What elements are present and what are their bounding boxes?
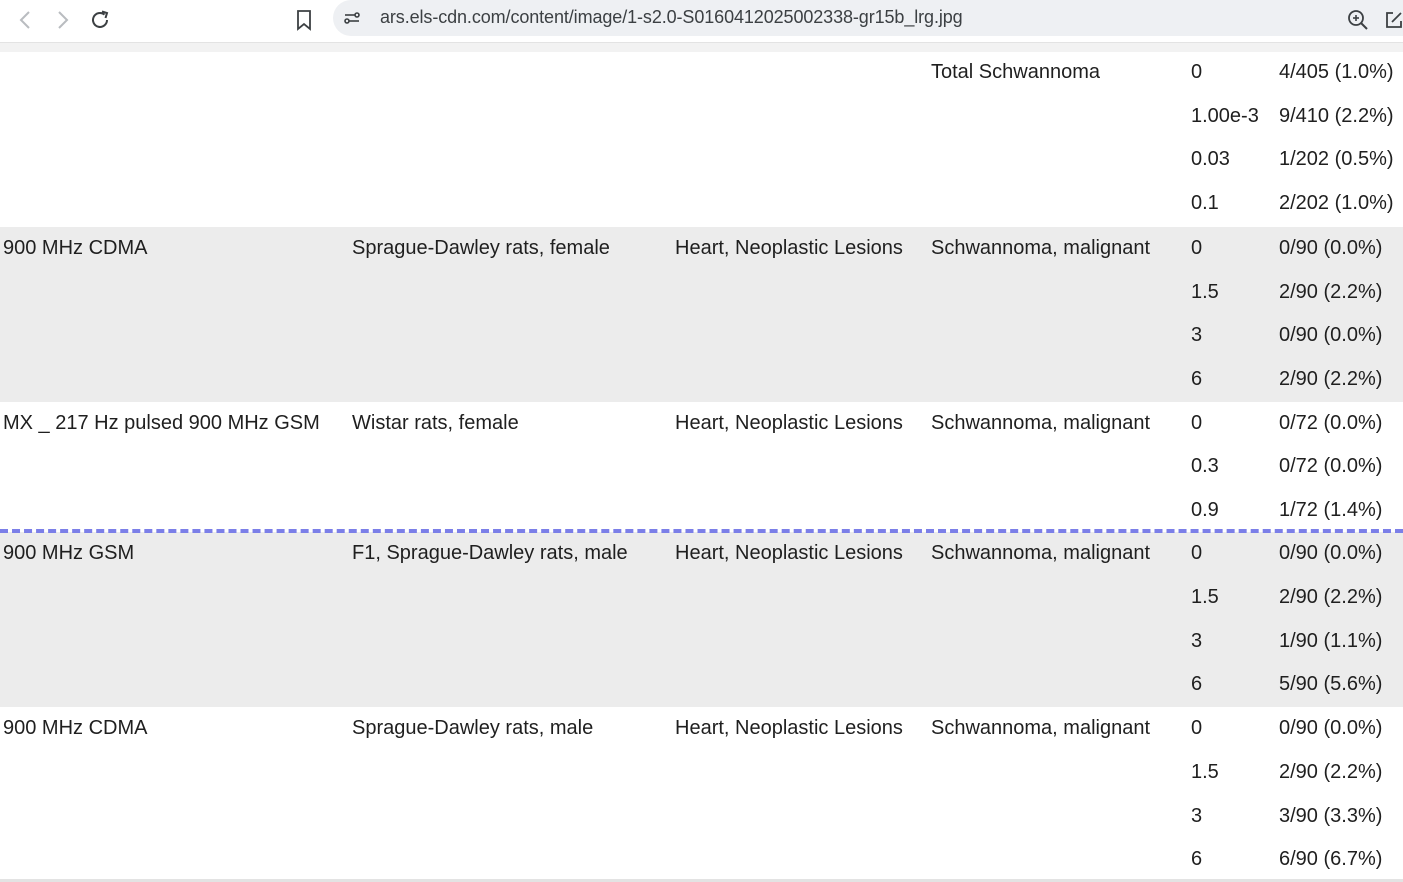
organ-cell: Heart, Neoplastic Lesions — [675, 411, 903, 434]
dose-cell: 1.00e-3 — [1191, 104, 1259, 127]
subject-cell: Sprague-Dawley rats, female — [352, 237, 610, 259]
lesion-cell: Schwannoma, malignant — [931, 717, 1151, 740]
dose-cell: 3 — [1191, 324, 1203, 347]
incidence-cell: 0/90 (0.0%) — [1279, 237, 1383, 259]
incidence-cell: 0/90 (0.0%) — [1279, 542, 1383, 565]
incidence-cell: 4/405 (1.0%) — [1279, 61, 1394, 83]
dose-cell: 0 — [1191, 717, 1203, 740]
dashed-separator — [0, 529, 1403, 533]
subject-cell: Wistar rats, female — [352, 411, 519, 434]
organ-cell: Heart, Neoplastic Lesions — [675, 542, 903, 565]
dose-cell: 0 — [1191, 411, 1203, 434]
dose-cell: 0.3 — [1191, 455, 1219, 478]
table-row-group: 900 MHz CDMA Sprague-Dawley rats, male Hea… — [0, 707, 1403, 882]
incidence-cell: 0/72 (0.0%) — [1279, 411, 1383, 434]
forward-icon[interactable] — [47, 5, 77, 35]
exposure-cell: 900 MHz CDMA — [3, 237, 148, 259]
reload-icon[interactable] — [85, 5, 115, 35]
table-row-group: Total Schwannoma 0 4/405 (1.0%) 1.00e-3 9/41… — [0, 51, 1403, 227]
back-icon[interactable] — [11, 5, 41, 35]
incidence-cell: 2/90 (2.2%) — [1279, 760, 1383, 783]
incidence-cell: 2/90 (2.2%) — [1279, 585, 1383, 608]
table-row-group: 900 MHz GSM F1, Sprague-Dawley rats, male… — [0, 532, 1403, 708]
incidence-cell: 2/90 (2.2%) — [1279, 280, 1383, 303]
lesion-cell: Schwannoma, malignant — [931, 411, 1151, 434]
dose-cell: 0 — [1191, 237, 1203, 259]
subject-cell: Sprague-Dawley rats, male — [352, 717, 594, 740]
url-text[interactable]: ars.els-cdn.com/content/image/1-s2.0-S01… — [380, 7, 963, 28]
incidence-cell: 5/90 (5.6%) — [1279, 673, 1383, 696]
dose-cell: 0.9 — [1191, 499, 1219, 522]
incidence-cell: 9/410 (2.2%) — [1279, 104, 1394, 127]
incidence-cell: 0/72 (0.0%) — [1279, 455, 1383, 478]
organ-cell: Heart, Neoplastic Lesions — [675, 717, 903, 740]
dose-cell: 1.5 — [1191, 585, 1219, 608]
organ-cell: Heart, Neoplastic Lesions — [675, 237, 903, 259]
dose-cell: 0 — [1191, 61, 1203, 83]
subject-cell: F1, Sprague-Dawley rats, male — [352, 542, 628, 565]
incidence-cell: 3/90 (3.3%) — [1279, 804, 1383, 827]
browser-toolbar: ars.els-cdn.com/content/image/1-s2.0-S01… — [0, 0, 1403, 43]
lesion-cell: Schwannoma, malignant — [931, 237, 1151, 259]
dose-cell: 6 — [1191, 673, 1203, 696]
dose-cell: 6 — [1191, 848, 1203, 871]
share-icon[interactable] — [1383, 5, 1403, 35]
dose-cell: 1.5 — [1191, 760, 1219, 783]
exposure-cell: 900 MHz CDMA — [3, 717, 148, 740]
dose-cell: 3 — [1191, 629, 1203, 652]
lesion-cell: Total Schwannoma — [931, 61, 1100, 83]
incidence-cell: 2/90 (2.2%) — [1279, 368, 1383, 391]
incidence-cell: 6/90 (6.7%) — [1279, 848, 1383, 871]
exposure-cell: 900 MHz GSM — [3, 542, 135, 565]
dose-cell: 0.1 — [1191, 192, 1219, 215]
dose-cell: 0 — [1191, 542, 1203, 565]
lesion-cell: Schwannoma, malignant — [931, 542, 1151, 565]
dose-cell: 1.5 — [1191, 280, 1219, 303]
exposure-cell: MX _ 217 Hz pulsed 900 MHz GSM — [3, 411, 320, 434]
incidence-cell: 1/72 (1.4%) — [1279, 499, 1383, 522]
incidence-cell: 0/90 (0.0%) — [1279, 717, 1383, 740]
results-table: Total Schwannoma 0 4/405 (1.0%) 1.00e-3 9/41… — [0, 51, 1403, 882]
incidence-cell: 0/90 (0.0%) — [1279, 324, 1383, 347]
incidence-cell: 2/202 (1.0%) — [1279, 192, 1394, 215]
table-row-group: 900 MHz CDMA Sprague-Dawley rats, female H… — [0, 227, 1403, 402]
dose-cell: 0.03 — [1191, 148, 1230, 171]
site-info-icon[interactable] — [337, 3, 367, 33]
zoom-icon[interactable] — [1343, 5, 1373, 35]
dose-cell: 3 — [1191, 804, 1203, 827]
incidence-cell: 1/202 (0.5%) — [1279, 148, 1394, 171]
bookmark-icon[interactable] — [289, 5, 319, 35]
dose-cell: 6 — [1191, 368, 1203, 391]
incidence-cell: 1/90 (1.1%) — [1279, 629, 1383, 652]
table-row-group: MX _ 217 Hz pulsed 900 MHz GSM Wistar rat… — [0, 402, 1403, 533]
